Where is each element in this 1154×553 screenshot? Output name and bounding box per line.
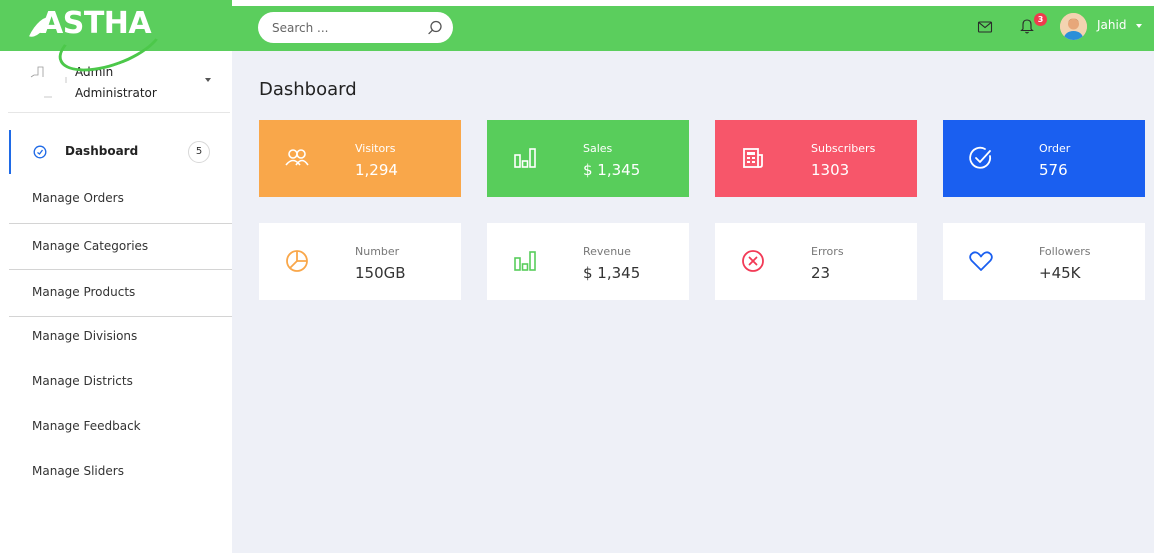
sidebar-item-manage-districts[interactable]: Manage Districts [9,359,232,405]
stat-card-subscribers[interactable]: Subscribers 1303 [715,120,917,197]
card-label: Subscribers [811,142,876,155]
bar-chart-icon [514,148,536,168]
card-label: Visitors [355,142,396,155]
card-value: 150GB [355,264,406,282]
card-label: Errors [811,245,844,258]
profile-dropdown-caret-icon[interactable] [205,78,211,82]
count-badge: 5 [188,141,210,163]
card-label: Order [1039,142,1071,155]
bell-icon[interactable] [1019,17,1035,35]
card-value: 1,294 [355,161,398,179]
user-dropdown-caret-icon[interactable] [1136,24,1142,28]
sidebar: Admin Administrator Dashboard 5 Manage O… [0,51,232,553]
stat-card-order[interactable]: Order 576 [943,120,1145,197]
avatar-image [1060,13,1087,40]
profile-image [30,66,67,98]
info-card-revenue[interactable]: Revenue $ 1,345 [487,223,689,300]
card-value: 1303 [811,161,850,179]
sidebar-item-manage-feedback[interactable]: Manage Feedback [9,404,232,450]
info-card-followers[interactable]: Followers +45K [943,223,1145,300]
sidebar-item-manage-products[interactable]: Manage Products [9,269,232,317]
card-value: +45K [1039,264,1081,282]
sidebar-item-label: Manage Districts [32,374,133,388]
card-label: Revenue [583,245,631,258]
stat-card-sales[interactable]: Sales $ 1,345 [487,120,689,197]
sidebar-item-manage-categories[interactable]: Manage Categories [9,223,232,269]
sidebar-item-label: Manage Feedback [32,419,141,433]
card-value: 23 [811,264,831,282]
sidebar-item-label: Dashboard [65,144,139,158]
sidebar-item-label: Manage Categories [32,239,149,253]
x-circle-icon [742,250,764,272]
info-card-errors[interactable]: Errors 23 [715,223,917,300]
page-title: Dashboard [259,79,357,100]
sidebar-item-manage-divisions[interactable]: Manage Divisions [9,314,232,360]
sidebar-item-label: Manage Divisions [32,329,138,343]
newspaper-icon [743,148,763,168]
search-icon[interactable] [426,19,444,37]
stat-card-visitors[interactable]: Visitors 1,294 [259,120,461,197]
users-icon [285,149,309,166]
search-box [258,12,453,43]
profile-role: Administrator [75,86,157,100]
mail-icon[interactable] [977,20,993,34]
active-indicator [9,130,11,174]
sidebar-divider [8,112,230,113]
card-label: Followers [1039,245,1091,258]
search-input[interactable] [272,18,422,37]
clock-icon [33,145,47,159]
notification-badge: 3 [1034,13,1047,26]
top-header: ASTHA 3 Jahid [0,0,1154,51]
info-card-number[interactable]: Number 150GB [259,223,461,300]
bar-chart-icon [514,251,536,271]
card-value: $ 1,345 [583,264,641,282]
card-value: $ 1,345 [583,161,641,179]
card-value: 576 [1039,161,1068,179]
user-name[interactable]: Jahid [1097,18,1126,32]
sidebar-item-label: Manage Orders [32,191,124,205]
user-avatar[interactable] [1060,13,1087,40]
sidebar-item-dashboard[interactable]: Dashboard 5 [9,130,232,174]
sidebar-item-manage-sliders[interactable]: Manage Sliders [9,449,232,495]
check-circle-icon [969,146,992,169]
sidebar-item-label: Manage Products [32,285,136,299]
pie-chart-icon [286,250,308,272]
card-label: Sales [583,142,613,155]
sidebar-item-label: Manage Sliders [32,464,124,478]
sidebar-item-manage-orders[interactable]: Manage Orders [9,176,232,222]
heart-icon [969,251,993,271]
card-label: Number [355,245,400,258]
